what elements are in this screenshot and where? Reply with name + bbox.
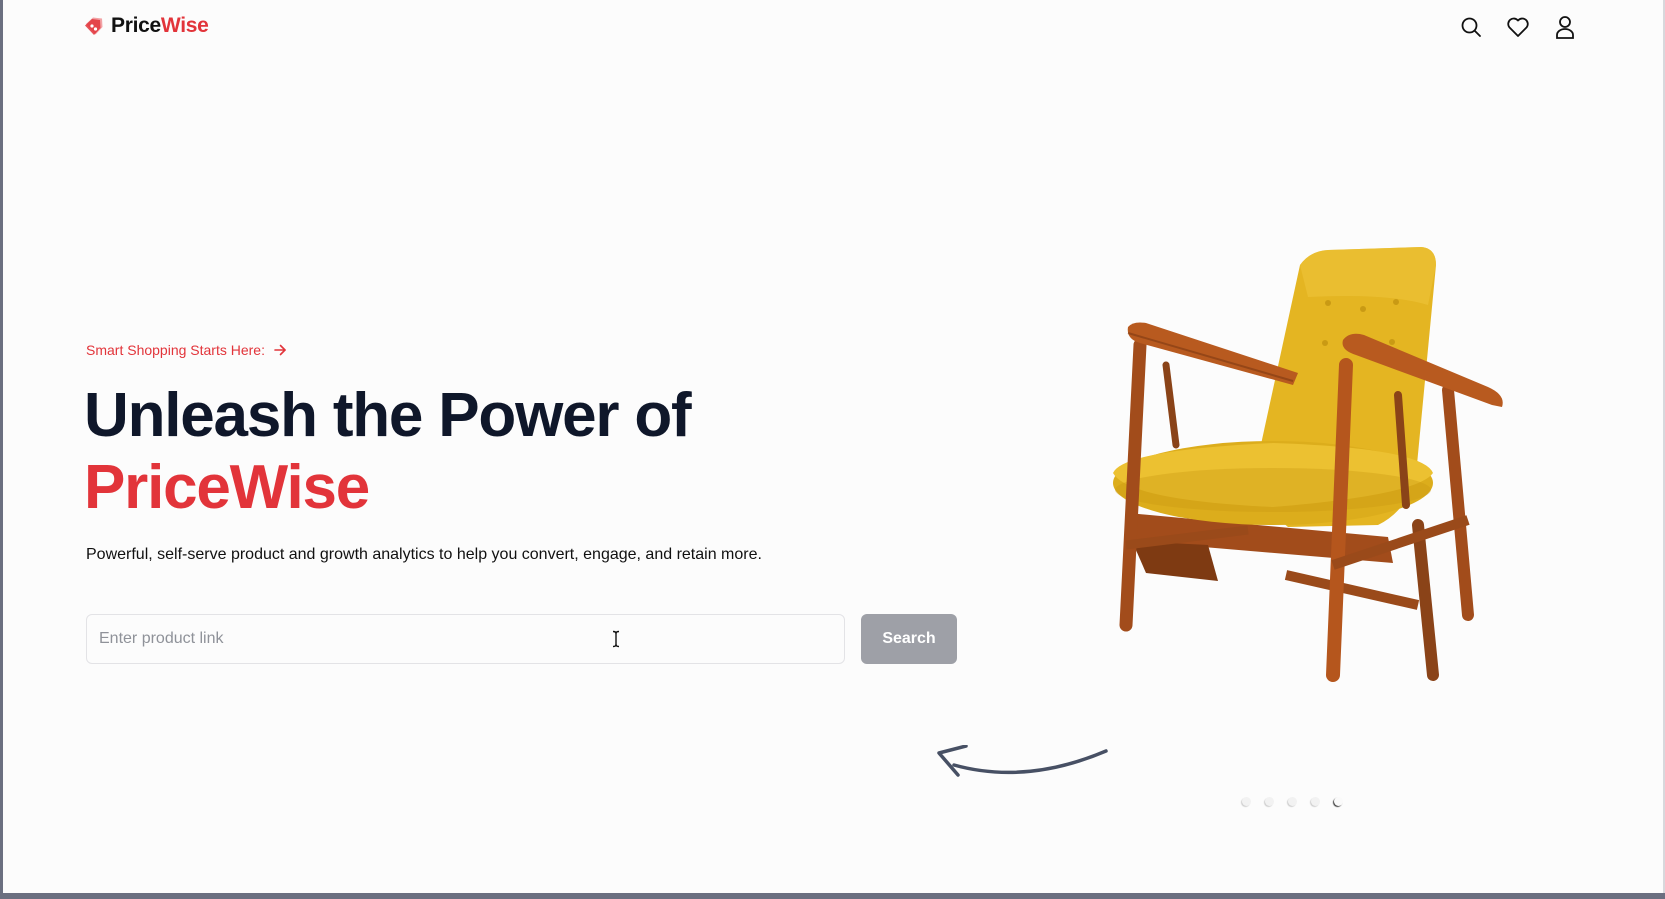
search-icon[interactable]	[1458, 14, 1484, 40]
curved-arrow-icon	[937, 745, 1108, 777]
price-tag-icon	[85, 17, 103, 35]
arrow-right-icon	[274, 344, 286, 356]
carousel-dot[interactable]	[1242, 797, 1251, 806]
logo-text-suffix: Wise	[160, 14, 209, 37]
nav-icons	[1458, 14, 1578, 40]
carousel-dot[interactable]	[1265, 797, 1274, 806]
headline-line: Unleash the Power of	[84, 381, 692, 450]
product-link-input[interactable]	[86, 614, 845, 664]
heart-icon[interactable]	[1505, 14, 1531, 40]
search-button[interactable]: Search	[861, 614, 957, 664]
logo-text-prefix: Price	[111, 14, 161, 37]
carousel-dot-active[interactable]	[1334, 797, 1343, 806]
tagline: Smart Shopping Starts Here:	[86, 342, 287, 358]
text-cursor-icon	[612, 630, 620, 648]
hero-headline: Unleash the Power of PriceWise	[84, 380, 692, 524]
carousel-dots	[1242, 797, 1343, 806]
tagline-text: Smart Shopping Starts Here:	[86, 342, 265, 358]
carousel-dot[interactable]	[1311, 797, 1320, 806]
headline-brand: PriceWise	[84, 453, 370, 522]
user-icon[interactable]	[1552, 14, 1578, 40]
browser-viewport: PriceWise Smart Shopping Starts Here: Un…	[3, 0, 1665, 893]
carousel-dot[interactable]	[1288, 797, 1297, 806]
logo[interactable]: PriceWise	[83, 14, 209, 38]
hero-subtitle: Powerful, self-serve product and growth …	[86, 546, 762, 563]
armchair-image	[1113, 247, 1503, 682]
